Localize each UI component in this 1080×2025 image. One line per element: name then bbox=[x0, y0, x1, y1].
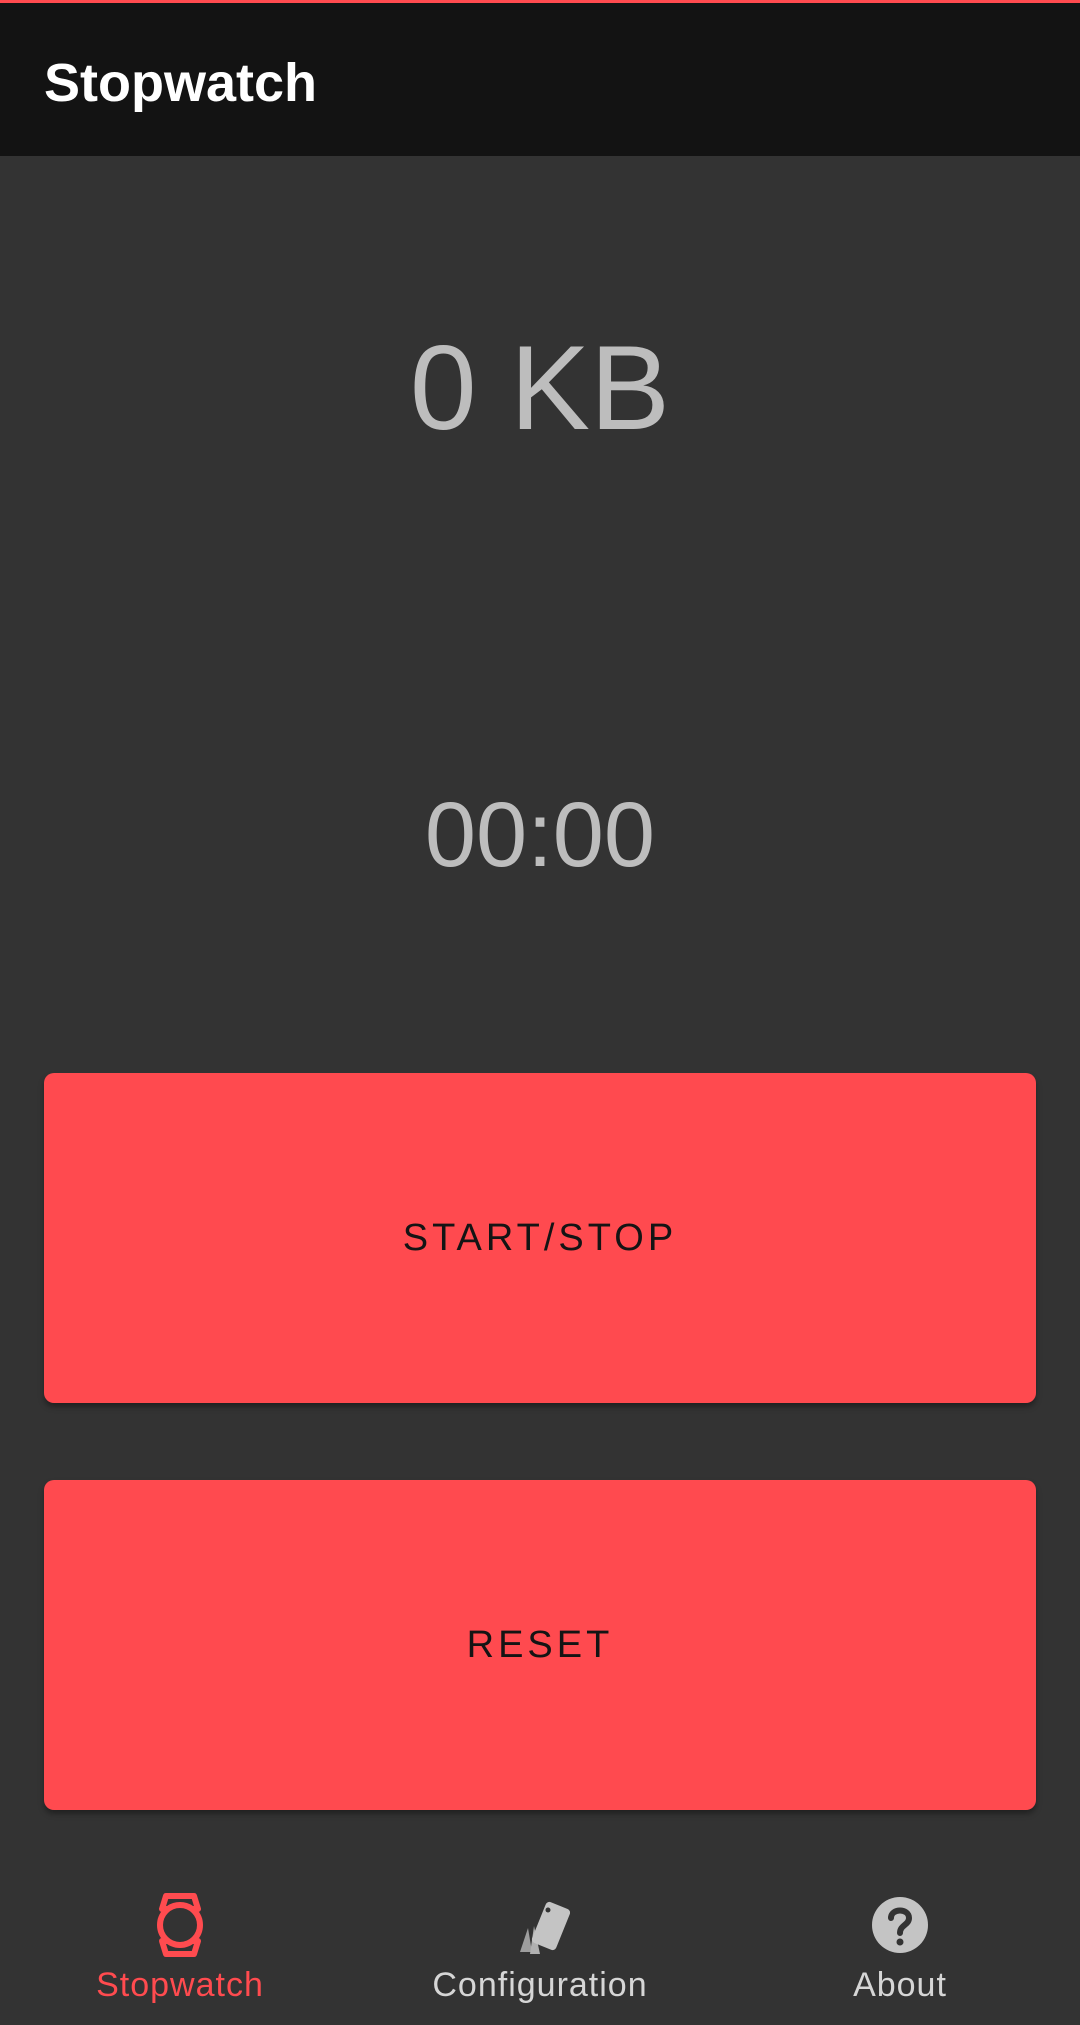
nav-item-configuration[interactable]: Configuration bbox=[360, 1862, 720, 2025]
cards-icon bbox=[510, 1890, 571, 1960]
nav-item-label: About bbox=[853, 1966, 947, 2004]
app-bar: Stopwatch bbox=[0, 3, 1080, 156]
watch-icon bbox=[150, 1890, 210, 1960]
start-stop-button[interactable]: START/STOP bbox=[44, 1073, 1036, 1403]
nav-item-label: Stopwatch bbox=[96, 1966, 264, 2004]
page-title: Stopwatch bbox=[44, 53, 318, 113]
elapsed-time-readout: 00:00 bbox=[424, 784, 656, 886]
bottom-navigation: Stopwatch Configuration About bbox=[0, 1862, 1080, 2025]
nav-item-stopwatch[interactable]: Stopwatch bbox=[0, 1862, 360, 2025]
nav-item-about[interactable]: About bbox=[720, 1862, 1080, 2025]
nav-item-label: Configuration bbox=[432, 1966, 648, 2004]
help-circle-icon bbox=[870, 1890, 930, 1960]
data-size-readout: 0 KB bbox=[409, 321, 671, 455]
reset-button[interactable]: RESET bbox=[44, 1480, 1036, 1810]
